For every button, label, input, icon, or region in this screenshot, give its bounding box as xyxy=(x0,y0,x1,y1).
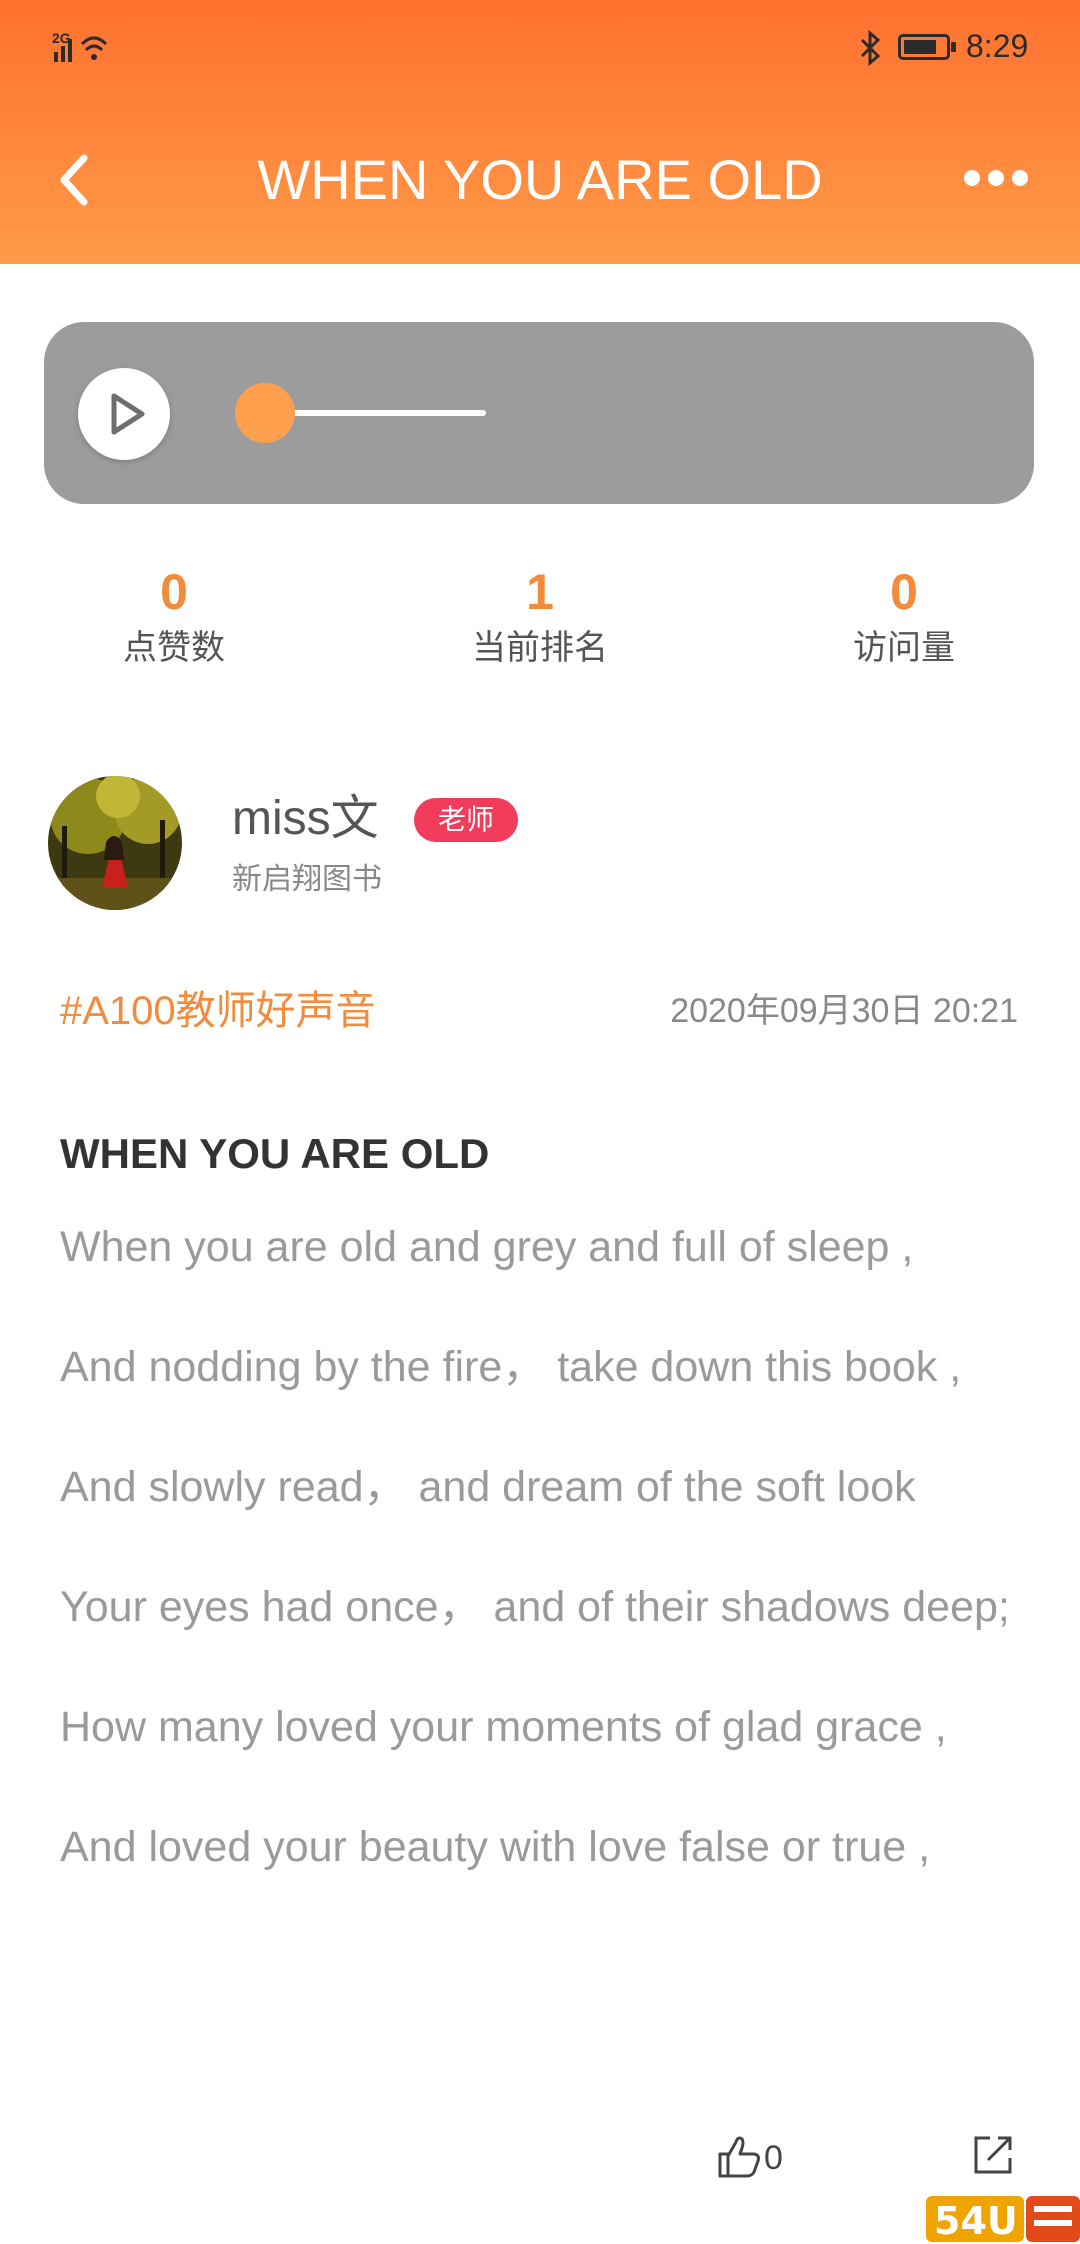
author-name[interactable]: miss文 xyxy=(232,790,379,848)
clock: 8:29 xyxy=(966,28,1029,64)
svg-text:54U: 54U xyxy=(934,2199,1018,2243)
poem-line: And slowly read， and dream of the soft l… xyxy=(60,1463,916,1511)
top-app-bar: 2G 8:29 WHEN YOU ARE OLD xyxy=(0,0,1080,264)
poem-body: When you are old and grey and full of sl… xyxy=(60,1216,1040,1936)
like-count: 0 xyxy=(764,2139,783,2177)
post-date: 2020年09月30日 20:21 xyxy=(670,992,1018,1030)
more-dots-icon[interactable] xyxy=(964,170,1028,186)
poem-line: How many loved your moments of glad grac… xyxy=(60,1703,947,1751)
battery-icon xyxy=(898,34,950,60)
stat-rank: 1 当前排名 xyxy=(420,562,660,670)
stat-label: 当前排名 xyxy=(472,629,608,667)
poem-line: When you are old and grey and full of sl… xyxy=(60,1223,914,1271)
watermark-logo: 54U xyxy=(926,2196,1080,2243)
audio-player xyxy=(44,322,1034,504)
stat-visits: 0 访问量 xyxy=(784,562,1024,670)
poem-title: WHEN YOU ARE OLD xyxy=(60,1130,490,1177)
signal-icon: 2G xyxy=(52,28,108,73)
status-bar: 2G 8:29 xyxy=(0,0,1080,100)
thumbs-up-icon[interactable] xyxy=(716,2134,762,2180)
topic-tag[interactable]: #A100教师好声音 xyxy=(60,986,376,1036)
back-icon[interactable] xyxy=(52,150,102,210)
network-type: 2G xyxy=(52,30,71,46)
avatar[interactable] xyxy=(48,776,182,910)
play-icon xyxy=(111,393,145,435)
progress-knob[interactable] xyxy=(235,383,295,443)
stat-label: 访问量 xyxy=(853,629,955,667)
page-title: WHEN YOU ARE OLD xyxy=(257,148,823,211)
poem-line: And loved your beauty with love false or… xyxy=(60,1823,931,1871)
bluetooth-icon xyxy=(860,29,881,67)
role-badge: 老师 xyxy=(414,798,518,842)
poem-line: And nodding by the fire， take down this … xyxy=(60,1343,962,1391)
stat-value: 1 xyxy=(526,564,554,620)
stat-value: 0 xyxy=(890,564,918,620)
author-organization: 新启翔图书 xyxy=(232,863,382,896)
play-button[interactable] xyxy=(78,368,170,460)
progress-track[interactable] xyxy=(264,410,486,416)
share-icon[interactable] xyxy=(970,2132,1016,2178)
poem-line: Your eyes had once， and of their shadows… xyxy=(60,1583,1010,1631)
stat-likes: 0 点赞数 xyxy=(54,562,294,670)
stat-value: 0 xyxy=(160,564,188,620)
stat-label: 点赞数 xyxy=(123,629,225,667)
